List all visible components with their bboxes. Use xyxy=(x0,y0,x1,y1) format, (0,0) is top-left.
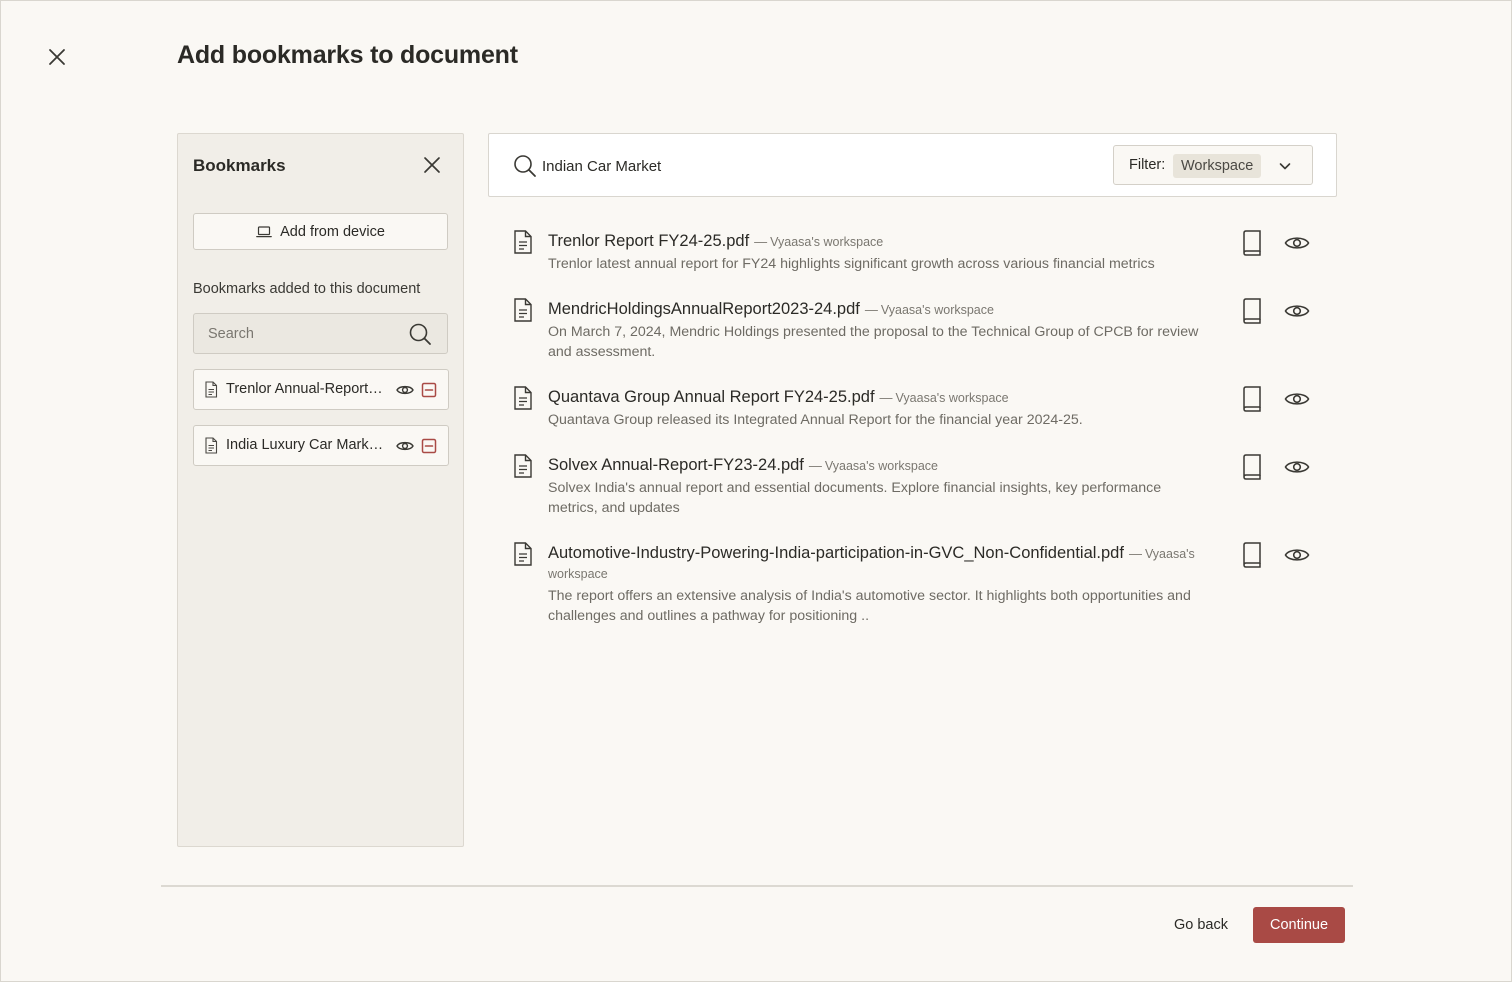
search-result-item[interactable]: MendricHoldingsAnnualReport2023-24.pdf — V… xyxy=(512,298,1332,362)
document-icon xyxy=(205,437,218,454)
eye-icon[interactable] xyxy=(1284,389,1310,409)
result-separator: — xyxy=(879,390,893,405)
remove-icon[interactable] xyxy=(421,438,437,454)
close-modal-button[interactable] xyxy=(45,45,69,69)
document-icon xyxy=(514,542,532,566)
bookmarks-sidebar: Bookmarks Add from device Bookmarks adde… xyxy=(177,133,464,847)
book-icon[interactable] xyxy=(1241,298,1263,324)
bookmark-item-label: Trenlor Annual-Report-FY24-25.pdf xyxy=(226,381,386,397)
book-icon[interactable] xyxy=(1241,386,1263,412)
bookmark-item-label: India Luxury Car Market Report.pdf xyxy=(226,437,386,453)
eye-icon[interactable] xyxy=(1284,301,1310,321)
search-result-item[interactable]: Trenlor Report FY24-25.pdf — Vyaasa's work… xyxy=(512,230,1332,280)
eye-icon[interactable] xyxy=(1284,457,1310,477)
result-title[interactable]: MendricHoldingsAnnualReport2023-24.pdf xyxy=(548,300,860,318)
sidebar-close-button[interactable] xyxy=(421,154,443,176)
close-icon xyxy=(424,157,440,173)
result-body: MendricHoldingsAnnualReport2023-24.pdf — V… xyxy=(548,298,1208,362)
main-search-input[interactable] xyxy=(542,155,1082,177)
sidebar-search xyxy=(193,313,448,354)
result-workspace: Vyaasa's workspace xyxy=(895,391,1009,405)
continue-button[interactable]: Continue xyxy=(1253,907,1345,943)
eye-icon[interactable] xyxy=(396,438,414,454)
document-icon xyxy=(514,454,532,478)
result-description: Trenlor latest annual report for FY24 hi… xyxy=(548,256,1155,272)
result-description: Solvex India's annual report and essenti… xyxy=(548,480,1162,516)
result-separator: — xyxy=(754,234,768,249)
eye-icon[interactable] xyxy=(1284,545,1310,565)
add-from-device-label: Add from device xyxy=(280,223,385,240)
result-body: Automotive-Industry-Powering-India-parti… xyxy=(548,542,1208,626)
search-result-item[interactable]: Quantava Group Annual Report FY24-25.pdf… xyxy=(512,386,1332,436)
document-icon xyxy=(514,230,532,254)
search-icon xyxy=(514,155,536,177)
eye-icon[interactable] xyxy=(1284,233,1310,253)
bookmark-item[interactable]: Trenlor Annual-Report-FY24-25.pdf xyxy=(193,369,449,410)
book-icon[interactable] xyxy=(1241,230,1263,256)
sidebar-title: Bookmarks xyxy=(193,156,286,175)
go-back-button[interactable]: Go back xyxy=(1161,907,1241,943)
result-body: Quantava Group Annual Report FY24-25.pdf… xyxy=(548,386,1208,430)
search-result-item[interactable]: Automotive-Industry-Powering-India-parti… xyxy=(512,542,1332,626)
search-icon[interactable] xyxy=(408,322,432,346)
result-title[interactable]: Quantava Group Annual Report FY24-25.pdf xyxy=(548,388,875,406)
chevron-down-icon xyxy=(1279,163,1291,170)
eye-icon[interactable] xyxy=(396,382,414,398)
sidebar-search-input[interactable] xyxy=(208,324,398,344)
result-description: The report offers an extensive analysis … xyxy=(548,588,1191,624)
search-result-item[interactable]: Solvex Annual-Report-FY23-24.pdf — Vyaasa'… xyxy=(512,454,1332,518)
filter-dropdown[interactable]: Filter: Workspace xyxy=(1113,145,1313,185)
result-title[interactable]: Trenlor Report FY24-25.pdf xyxy=(548,232,749,250)
result-title[interactable]: Automotive-Industry-Powering-India-parti… xyxy=(548,544,1124,562)
result-description: Quantava Group released its Integrated A… xyxy=(548,412,1083,428)
bookmarks-added-label: Bookmarks added to this document xyxy=(193,281,421,297)
book-icon[interactable] xyxy=(1241,454,1263,480)
result-workspace: Vyaasa's workspace xyxy=(880,303,994,317)
laptop-icon xyxy=(256,225,272,237)
result-body: Trenlor Report FY24-25.pdf — Vyaasa's work… xyxy=(548,230,1208,274)
add-from-device-button[interactable]: Add from device xyxy=(193,213,448,250)
book-icon[interactable] xyxy=(1241,542,1263,568)
remove-icon[interactable] xyxy=(421,382,437,398)
close-icon xyxy=(49,49,65,65)
result-title[interactable]: Solvex Annual-Report-FY23-24.pdf xyxy=(548,456,804,474)
main-search-bar: Filter: Workspace xyxy=(488,133,1337,197)
filter-value-chip: Workspace xyxy=(1173,154,1262,178)
result-workspace: Vyaasa's workspace xyxy=(824,459,938,473)
result-workspace: Vyaasa's workspace xyxy=(770,235,884,249)
page-title: Add bookmarks to document xyxy=(177,41,518,69)
document-icon xyxy=(514,298,532,322)
result-body: Solvex Annual-Report-FY23-24.pdf — Vyaasa'… xyxy=(548,454,1208,518)
document-icon xyxy=(514,386,532,410)
result-separator: — xyxy=(1128,546,1142,561)
modal-frame: Add bookmarks to document Bookmarks Add … xyxy=(0,0,1512,982)
bookmark-item[interactable]: India Luxury Car Market Report.pdf xyxy=(193,425,449,466)
result-separator: — xyxy=(864,302,878,317)
result-description: On March 7, 2024, Mendric Holdings prese… xyxy=(548,324,1199,360)
footer-divider xyxy=(161,885,1353,887)
result-separator: — xyxy=(808,458,822,473)
document-icon xyxy=(205,381,218,398)
filter-label: Filter: xyxy=(1129,157,1166,173)
